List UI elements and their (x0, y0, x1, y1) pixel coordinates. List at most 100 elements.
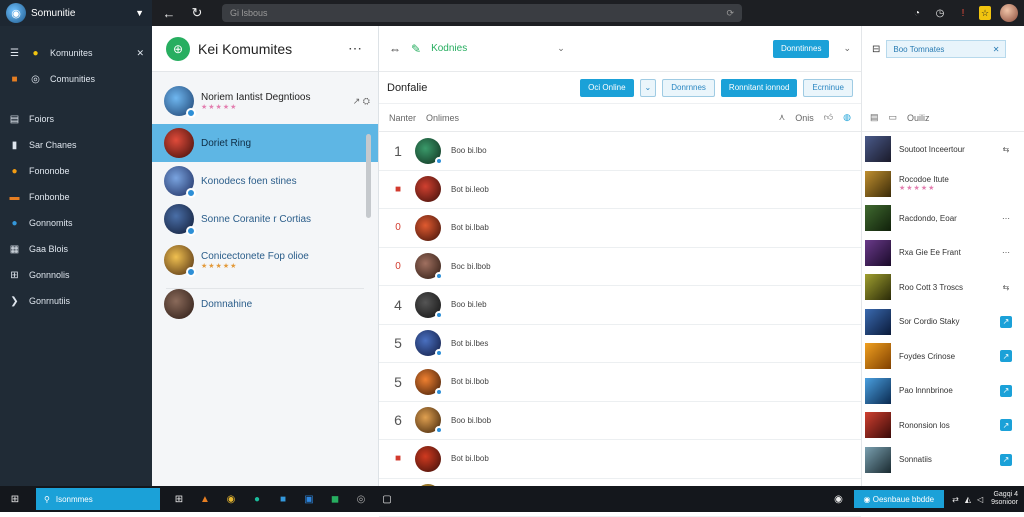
mail-icon[interactable]: ▣ (302, 492, 316, 506)
sidebar-item-gonnomits[interactable]: ● Gonnomits (0, 210, 152, 236)
game-action-icon[interactable]: ↗ (1000, 316, 1012, 328)
bookmark-icon[interactable]: ☆ (979, 6, 991, 20)
tray-button[interactable]: ◉ Oesnbaue bbdde (854, 490, 945, 508)
game-action-icon[interactable] (1000, 178, 1012, 190)
game-row[interactable]: Sonnatiis↗ (862, 443, 1024, 478)
game-action-icon[interactable]: ↗ (1000, 454, 1012, 466)
ranking-row[interactable]: 4Boo bi.leb (379, 286, 861, 325)
game-action-icon[interactable]: ⇆ (1000, 281, 1012, 293)
ranking-row[interactable]: 1Boo bi.lbo (379, 132, 861, 171)
sidebar-item-sar-chanes[interactable]: ▮ Sar Chanes (0, 132, 152, 158)
address-action-icon[interactable]: ⟳ (726, 8, 734, 19)
clear-icon[interactable]: ✕ (993, 45, 1000, 54)
taskbar: ⊞ ⚲ Isonmmes ⊞ ▲ ◉ ● ■ ▣ ◼ ◎ ▢ ◉ ◉ Oesnb… (0, 486, 1024, 512)
more-options-icon[interactable]: ⋯ (348, 40, 362, 57)
media-icon[interactable]: ◎ (354, 492, 368, 506)
refresh-icon[interactable]: ◔ (910, 6, 924, 20)
browser-icon[interactable]: ◉ (224, 492, 238, 506)
ranking-row[interactable]: 5Bot bi.lbob (379, 363, 861, 402)
history-icon[interactable]: ◷ (933, 6, 947, 20)
primary-action-button[interactable]: Ronnitant ionnod (721, 79, 798, 97)
chevron-down-icon[interactable]: ⌄ (557, 43, 565, 54)
menu-chevron-icon[interactable]: ▼ (135, 8, 144, 18)
ranking-row[interactable]: 0Bot bi.lbab (379, 209, 861, 248)
store-icon[interactable]: ■ (276, 492, 290, 506)
col-header-name[interactable]: Nanter (389, 113, 416, 123)
file-icon[interactable]: ▢ (380, 492, 394, 506)
community-item[interactable]: Conicectonete Fop olioe ★★★★★ (152, 238, 378, 282)
game-action-icon[interactable]: ⇆ (1000, 143, 1012, 155)
thumbs-up-icon[interactable]: 👍︎ (824, 112, 833, 123)
community-item[interactable]: Noriem Iantist Degntioos ★★★★★ ↗ ⛭ (152, 78, 378, 124)
sidebar-item-gaa-blois[interactable]: ▦ Gaa Blois (0, 236, 152, 262)
taskbar-search[interactable]: ⚲ Isonmmes (36, 488, 160, 510)
col-header-online[interactable]: Onis (795, 113, 814, 123)
wifi-icon[interactable]: ◭ (965, 495, 971, 504)
calendar-icon[interactable]: ⊟ (872, 44, 880, 55)
sidebar-item-fonono[interactable]: ● Fononobe (0, 158, 152, 184)
back-icon[interactable]: ← (158, 2, 180, 24)
game-action-icon[interactable]: ⋯ (1000, 212, 1012, 224)
game-row[interactable]: Sor Cordio Staky↗ (862, 305, 1024, 340)
start-icon[interactable]: ⊞ (8, 492, 22, 506)
game-action-icon[interactable]: ⋯ (1000, 247, 1012, 259)
community-item[interactable]: Sonne Coranite r Cortias (152, 200, 378, 238)
window-icon: ▭ (889, 112, 898, 123)
game-row[interactable]: Soutoot Inceertour⇆ (862, 132, 1024, 167)
secondary-dropdown-button[interactable]: Ecrninue (803, 79, 853, 97)
shuffle-icon[interactable]: ⇔ (389, 42, 401, 56)
game-row[interactable]: Foydes Crinose↗ (862, 339, 1024, 374)
sidebar-item-gonnnolis[interactable]: ⊞ Gonnnolis (0, 262, 152, 288)
community-item[interactable]: Konodecs foen stines (152, 162, 378, 200)
game-action-icon[interactable]: ↗ (1000, 385, 1012, 397)
ranking-row[interactable]: 6Boo bi.lbob (379, 402, 861, 441)
games-col-label[interactable]: Ouiliz (907, 113, 930, 123)
game-row[interactable]: Pao lnnnbrinoe↗ (862, 374, 1024, 409)
folder-icon[interactable]: ▲ (198, 492, 212, 506)
column-headers: Nanter Onlimes ⋏ Onis 👍︎ ◍ (379, 104, 861, 132)
sidebar-item-komunites[interactable]: ☰ ● Komunites ✕ (0, 40, 152, 66)
ranking-row[interactable]: 0Boc bi.lbob (379, 248, 861, 287)
table-icon: ▤ (870, 112, 879, 123)
sidebar-item-comunities[interactable]: ■ ◎ Comunities (0, 66, 152, 92)
online-button[interactable]: Oci Online (580, 79, 633, 97)
filter-button[interactable]: Donrnnes (662, 79, 715, 97)
sort-icon[interactable]: ⋏ (779, 112, 786, 123)
clock[interactable]: Gagqi 4 9sonioor (991, 491, 1024, 507)
app-icon[interactable]: ● (250, 492, 264, 506)
game-row[interactable]: Roo Cott 3 Troscs⇆ (862, 270, 1024, 305)
info-icon[interactable]: ◍ (843, 112, 851, 123)
network-icon[interactable]: ⇄ (952, 495, 959, 504)
ranking-row[interactable]: ■Bot bi.leob (379, 171, 861, 210)
rank-number: 0 (391, 222, 405, 233)
sidebar-item-fonbon[interactable]: ▬ Fonbonbe (0, 184, 152, 210)
user-avatar[interactable] (1000, 4, 1018, 22)
chat-app-icon[interactable]: ◼ (328, 492, 342, 506)
games-search-input[interactable]: Boo Tomnates ✕ (886, 40, 1006, 58)
game-row[interactable]: Rononsion los↗ (862, 408, 1024, 443)
sidebar-item-foiors[interactable]: ▤ Foiors (0, 106, 152, 132)
game-row[interactable]: Rocodoe Itute★★★★★ (862, 167, 1024, 202)
community-scrollbar[interactable] (366, 134, 371, 218)
col-header-status[interactable]: Onlimes (426, 113, 459, 123)
ranking-row[interactable]: ■Bot bi.lbob (379, 440, 861, 479)
ranking-row[interactable]: 5Bot bi.lbes (379, 325, 861, 364)
close-icon[interactable]: ✕ (136, 48, 144, 59)
notification-icon[interactable]: ! (956, 6, 970, 20)
sidebar-item-gonrnutiis[interactable]: ❯ Gonrnutiis (0, 288, 152, 314)
share-icon[interactable]: ↗ ⛭ (353, 96, 370, 107)
top-chevron-icon[interactable]: ⌄ (843, 43, 851, 54)
game-row[interactable]: Rxa Gie Ee Frant⋯ (862, 236, 1024, 271)
dropdown-chevron-icon[interactable]: ⌄ (640, 79, 657, 97)
record-icon[interactable]: ◉ (832, 492, 846, 506)
windows-icon[interactable]: ⊞ (172, 492, 186, 506)
game-action-icon[interactable]: ↗ (1000, 350, 1012, 362)
volume-icon[interactable]: ◁ (977, 495, 983, 504)
community-item-selected[interactable]: Doriet Ring (152, 124, 378, 162)
game-row[interactable]: Racdondo, Eoar⋯ (862, 201, 1024, 236)
address-bar[interactable]: Gi lsbous ⟳ (222, 4, 742, 22)
top-action-button[interactable]: Donntinnes (773, 40, 829, 58)
reload-icon[interactable]: ↻ (186, 2, 208, 24)
rank-number: ■ (391, 453, 405, 464)
game-action-icon[interactable]: ↗ (1000, 419, 1012, 431)
